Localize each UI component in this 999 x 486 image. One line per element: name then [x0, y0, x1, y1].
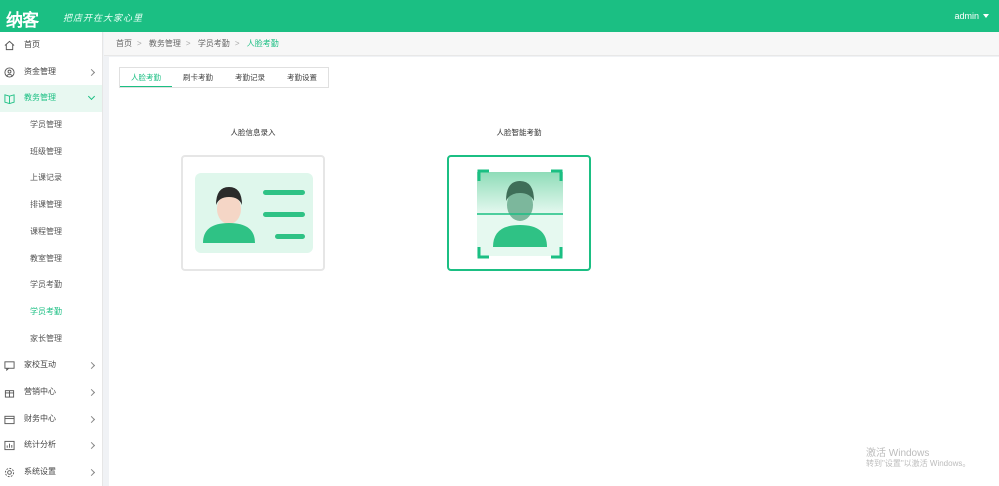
sidebar-subitem-attendance[interactable]: 学员考勤 — [0, 299, 102, 326]
sidebar-item-home[interactable]: 首页 — [0, 32, 102, 59]
id-card-icon — [195, 173, 313, 253]
sidebar-item-funds[interactable]: 资金管理 — [0, 59, 102, 86]
tab-card-attendance[interactable]: 刷卡考勤 — [172, 68, 224, 87]
tab-face-attendance[interactable]: 人脸考勤 — [120, 68, 172, 87]
sidebar-item-label: 营销中心 — [24, 386, 56, 396]
breadcrumb-separator: > — [234, 39, 240, 48]
face-enroll-title: 人脸信息录入 — [230, 128, 276, 137]
user-menu[interactable]: admin — [954, 11, 979, 21]
sidebar-item-settings[interactable]: 系统设置 — [0, 459, 102, 486]
chat-icon — [4, 361, 15, 372]
sidebar-subitem-lesson-records[interactable]: 上课记录 — [0, 165, 102, 192]
sidebar-item-statistics[interactable]: 统计分析 — [0, 432, 102, 459]
gift-icon — [4, 390, 15, 398]
breadcrumb-separator: > — [137, 39, 142, 48]
sidebar-item-label: 家校互动 — [24, 360, 56, 370]
home-icon — [4, 40, 15, 51]
breadcrumb-home[interactable]: 首页 — [116, 39, 132, 48]
wallet-icon — [4, 415, 15, 424]
sidebar-item-academic[interactable]: 教务管理 — [0, 85, 102, 113]
sidebar-item-marketing[interactable]: 营销中心 — [0, 379, 102, 406]
tab-attendance-settings[interactable]: 考勤设置 — [276, 68, 328, 87]
sidebar-subitem-classes[interactable]: 班级管理 — [0, 139, 102, 166]
face-attendance-title: 人脸智能考勤 — [496, 128, 542, 137]
sidebar-subitem-students[interactable]: 学员管理 — [0, 112, 102, 139]
chevron-right-icon — [87, 68, 96, 76]
top-bar: 纳客 把店开在大家心里 admin — [0, 0, 999, 32]
chevron-down-icon — [87, 93, 96, 101]
sidebar-subitem-attendance-a[interactable]: 学员考勤 — [0, 272, 102, 299]
sidebar-item-label: 统计分析 — [24, 440, 56, 450]
sidebar-item-label: 首页 — [24, 40, 40, 49]
sidebar-item-finance[interactable]: 财务中心 — [0, 406, 102, 433]
sidebar-subitem-classrooms[interactable]: 教室管理 — [0, 246, 102, 273]
sidebar: 首页 资金管理 教务管理 学员管理 班级管理 上课记录 排课管理 课程管理 教室… — [0, 32, 103, 486]
app-slogan: 把店开在大家心里 — [63, 14, 144, 24]
sidebar-item-label: 财务中心 — [24, 413, 56, 423]
chevron-right-icon — [87, 468, 96, 477]
chevron-right-icon — [87, 388, 96, 396]
breadcrumb-current: 人脸考勤 — [246, 39, 279, 48]
main-content: 人脸考勤 刷卡考勤 考勤记录 考勤设置 人脸信息录入 人脸智能考勤 — [109, 57, 999, 486]
windows-activation-hint: 转到"设置"以激活 Windows。 — [866, 459, 971, 468]
breadcrumb: 首页 > 教务管理 > 学员考勤 > 人脸考勤 — [104, 32, 999, 56]
sidebar-subitem-parents[interactable]: 家长管理 — [0, 326, 102, 353]
sidebar-subitem-scheduling[interactable]: 排课管理 — [0, 192, 102, 219]
chevron-right-icon — [87, 442, 96, 450]
sidebar-item-label: 教务管理 — [24, 93, 56, 103]
sidebar-item-label: 资金管理 — [24, 66, 56, 76]
sidebar-item-label: 系统设置 — [24, 467, 56, 476]
chevron-right-icon — [87, 362, 96, 370]
windows-activation-title: 激活 Windows — [866, 448, 930, 459]
face-attendance-card[interactable] — [447, 155, 591, 271]
chevron-right-icon — [87, 415, 96, 423]
face-scan-icon — [477, 169, 563, 259]
gear-icon — [4, 467, 15, 478]
sidebar-item-home-school[interactable]: 家校互动 — [0, 352, 102, 379]
app-logo[interactable]: 纳客 — [6, 6, 39, 31]
tab-bar: 人脸考勤 刷卡考勤 考勤记录 考勤设置 — [119, 67, 329, 88]
breadcrumb-attendance[interactable]: 学员考勤 — [198, 39, 230, 48]
book-icon — [4, 94, 15, 105]
breadcrumb-separator: > — [185, 39, 191, 48]
user-circle-icon — [4, 67, 15, 78]
breadcrumb-academic[interactable]: 教务管理 — [149, 39, 181, 48]
chart-icon — [4, 441, 15, 451]
face-enroll-card[interactable] — [181, 155, 325, 271]
sidebar-subitem-courses[interactable]: 课程管理 — [0, 219, 102, 246]
tab-attendance-records[interactable]: 考勤记录 — [224, 68, 276, 87]
caret-down-icon[interactable] — [983, 14, 989, 18]
